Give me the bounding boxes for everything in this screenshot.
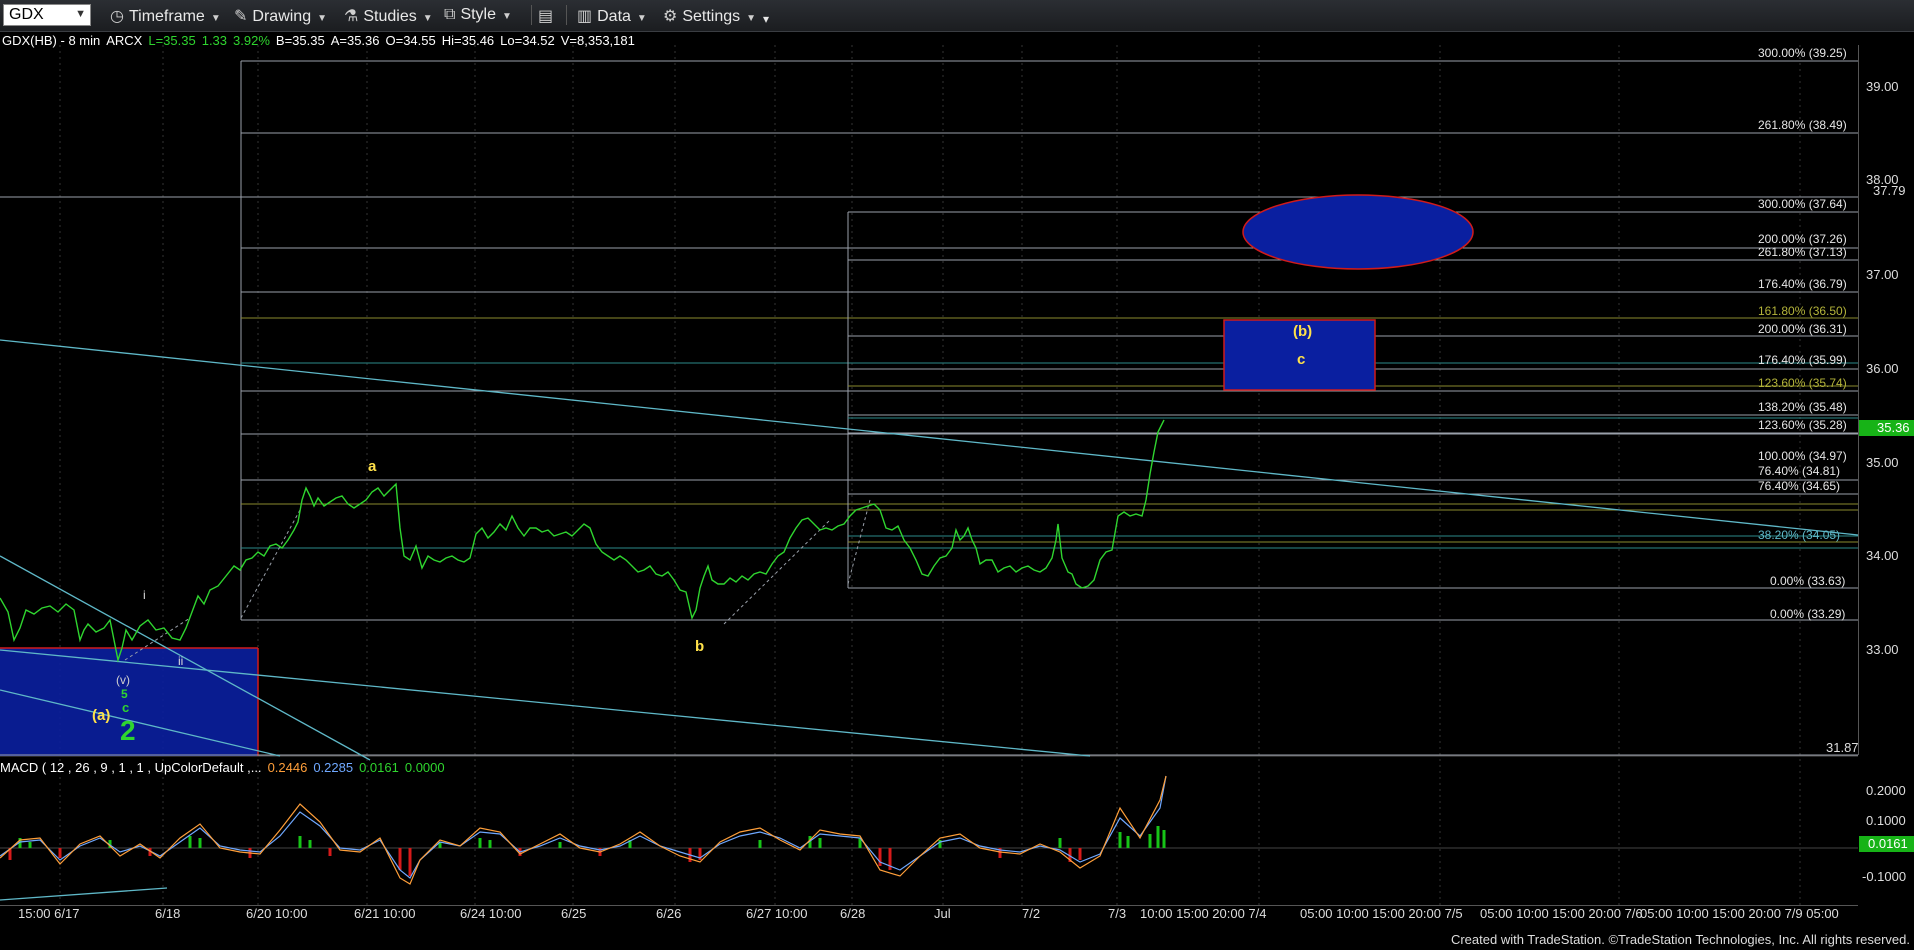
time-label: 6/24 10:00	[460, 906, 522, 921]
macd-last-tag: 0.0161	[1859, 836, 1914, 852]
price-chart-canvas[interactable]	[0, 0, 1914, 950]
copyright-footer: Created with TradeStation. ©TradeStation…	[1450, 932, 1910, 947]
macd-title: MACD ( 12 , 26 , 9 , 1 , 1 , UpColorDefa…	[0, 760, 262, 775]
fib-label: 76.40% (34.65)	[1758, 479, 1841, 493]
time-label: 05:00 10:00 15:00 20:00 7/9 05:00	[1640, 906, 1839, 921]
wave-label-2: 2	[120, 715, 136, 746]
fib-label: 161.80% (36.50)	[1758, 304, 1847, 318]
macd-value-2: 0.2285	[313, 760, 354, 775]
macd-value-3: 0.0161	[359, 760, 399, 775]
price-axis-label: 31.87	[1826, 740, 1859, 755]
time-label: 6/20 10:00	[246, 906, 308, 921]
fib-label: 176.40% (35.99)	[1758, 353, 1847, 367]
upside-target-ellipse	[1242, 194, 1474, 270]
wave-label-b-paren: (b)	[1293, 323, 1313, 340]
wave-label-a: a	[368, 458, 377, 475]
time-label: 7/3	[1108, 906, 1127, 921]
fib-label: 261.80% (38.49)	[1758, 118, 1847, 132]
price-axis-label: 39.00	[1866, 79, 1899, 94]
macd-axis-label: 0.1000	[1866, 813, 1906, 828]
fib-label: 200.00% (36.31)	[1758, 322, 1847, 336]
macd-header: MACD ( 12 , 26 , 9 , 1 , 1 , UpColorDefa…	[0, 760, 451, 775]
vertical-gridlines	[59, 45, 1801, 905]
price-axis-label: 35.00	[1866, 455, 1899, 470]
fib-label: 123.60% (35.74)	[1758, 376, 1847, 390]
wave-label-c-green: c	[122, 700, 130, 715]
price-axis-label: 37.79	[1873, 183, 1906, 198]
time-label: 6/25	[561, 906, 587, 921]
fib-label: 0.00% (33.63)	[1770, 574, 1846, 588]
time-label: 6/18	[155, 906, 181, 921]
time-label: 6/26	[656, 906, 682, 921]
wave-label-a-paren: (a)	[92, 707, 111, 724]
fib-label: 261.80% (37.13)	[1758, 245, 1847, 259]
macd-axis-label: -0.1000	[1862, 869, 1907, 884]
time-label: 6/28	[840, 906, 866, 921]
time-label: 10:00 15:00 20:00 7/4	[1140, 906, 1267, 921]
wave-label-b: b	[695, 638, 705, 655]
wave-label-v: (v)	[116, 673, 130, 687]
time-label: 7/2	[1022, 906, 1041, 921]
fib-label: 200.00% (37.26)	[1758, 232, 1847, 246]
fib-label: 0.00% (33.29)	[1770, 607, 1846, 621]
fib-label: 138.20% (35.48)	[1758, 400, 1847, 414]
price-axis-label: 37.00	[1866, 267, 1899, 282]
last-price-tag: 35.36	[1859, 420, 1914, 436]
wave-label-5: 5	[121, 687, 128, 701]
time-label: 05:00 10:00 15:00 20:00 7/5	[1300, 906, 1463, 921]
time-label: Jul	[934, 906, 951, 921]
wave-label-c: c	[1297, 351, 1306, 368]
fib-label: 76.40% (34.81)	[1758, 464, 1841, 478]
fib-label: 123.60% (35.28)	[1758, 418, 1847, 432]
macd-value-1: 0.2446	[267, 760, 308, 775]
fib-label: 300.00% (39.25)	[1758, 46, 1847, 60]
price-axis-label: 36.00	[1866, 361, 1899, 376]
price-series	[0, 419, 1165, 663]
macd-axis-label: 0.2000	[1866, 783, 1906, 798]
fib-label: 176.40% (36.79)	[1758, 277, 1847, 291]
price-axis-label: 33.00	[1866, 642, 1899, 657]
price-axis-label: 34.00	[1866, 548, 1899, 563]
wave-label-i: i	[143, 588, 146, 602]
time-label: 15:00 6/17	[18, 906, 80, 921]
macd-fast-line	[0, 775, 1167, 885]
macd-histogram	[8, 826, 1166, 876]
time-label: 6/21 10:00	[354, 906, 416, 921]
wave-label-ii: ii	[178, 654, 184, 668]
time-label: 05:00 10:00 15:00 20:00 7/6	[1480, 906, 1643, 921]
time-label: 6/27 10:00	[746, 906, 808, 921]
macd-value-4: 0.0000	[404, 760, 445, 775]
fib-label: 300.00% (37.64)	[1758, 197, 1847, 211]
fib-label: 38.20% (34.05)	[1758, 528, 1841, 542]
macd-slow-line	[0, 775, 1167, 879]
fib-label: 100.00% (34.97)	[1758, 449, 1847, 463]
